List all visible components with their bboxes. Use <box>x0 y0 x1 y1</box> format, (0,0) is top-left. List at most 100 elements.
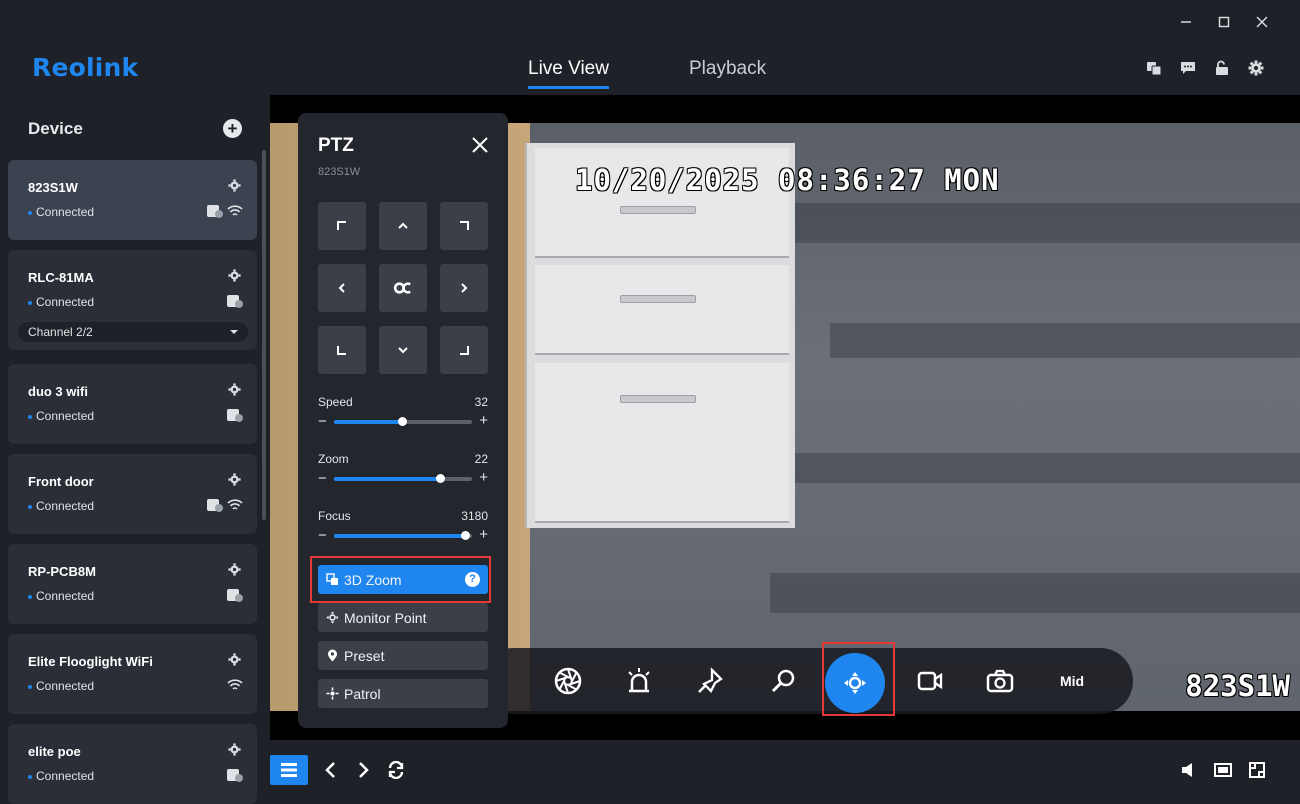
speed-slider[interactable]: Speed 32 − + <box>318 395 488 443</box>
device-sidebar: Device + 823S1W Connected RLC-81MA Conne… <box>0 95 270 804</box>
translate-icon[interactable] <box>1146 60 1162 76</box>
maximize-icon[interactable] <box>1216 12 1232 32</box>
channel-select[interactable]: Channel 2/2 <box>18 322 248 342</box>
close-icon[interactable] <box>1254 12 1270 32</box>
snapshot-icon[interactable] <box>980 661 1020 701</box>
zoom-knob[interactable] <box>436 474 446 483</box>
battery-icon <box>227 589 243 602</box>
device-status: Connected <box>28 499 94 513</box>
message-icon[interactable] <box>1180 60 1196 76</box>
video-control-bar: Mid <box>480 648 1133 714</box>
tab-playback[interactable]: Playback <box>689 58 766 89</box>
ptz-left-button[interactable] <box>318 264 366 312</box>
device-card-elite-floodlight-wifi[interactable]: Elite Flooglight WiFi Connected <box>8 634 257 714</box>
zoom-slider[interactable]: Zoom 22 − + <box>318 452 488 500</box>
preset-button[interactable]: Preset <box>318 641 488 670</box>
osd-timestamp: 10/20/2025 08:36:27 MON <box>575 163 1000 197</box>
ptz-right-button[interactable] <box>440 264 488 312</box>
battery-icon <box>227 295 243 308</box>
highlight-ptz-button <box>822 642 895 716</box>
ptz-panel: PTZ 823S1W Speed 32 − + Zoom 22 − + Focu… <box>298 113 508 728</box>
focus-track[interactable] <box>334 531 472 540</box>
ptz-title: PTZ <box>318 135 354 156</box>
monitor-point-button[interactable]: Monitor Point <box>318 603 488 632</box>
device-card-rlc-81ma[interactable]: RLC-81MA Connected Channel 2/2 <box>8 250 257 350</box>
stream-quality-button[interactable]: Mid <box>1052 661 1092 701</box>
search-zoom-icon[interactable] <box>763 661 803 701</box>
minimize-icon[interactable] <box>1178 12 1194 32</box>
device-status: Connected <box>28 769 94 783</box>
sidebar-scrollbar[interactable] <box>262 150 266 520</box>
device-status-icons <box>227 678 243 692</box>
device-status: Connected <box>28 205 94 219</box>
battery-icon <box>227 769 243 782</box>
device-card-elite-poe[interactable]: elite poe Connected <box>8 724 257 804</box>
ptz-up-left-button[interactable] <box>318 202 366 250</box>
focus-value: 3180 <box>461 509 488 523</box>
focus-slider[interactable]: Focus 3180 − + <box>318 509 488 557</box>
battery-icon <box>227 409 243 422</box>
device-settings-icon[interactable] <box>228 563 241 576</box>
device-settings-icon[interactable] <box>228 383 241 396</box>
aperture-icon[interactable] <box>548 661 588 701</box>
volume-icon[interactable] <box>1178 755 1200 785</box>
monitor-point-label: Monitor Point <box>344 609 427 626</box>
device-status-icons <box>227 588 243 602</box>
battery-icon <box>207 499 223 512</box>
device-settings-icon[interactable] <box>228 179 241 192</box>
layout-icon[interactable] <box>270 755 308 785</box>
ptz-up-button[interactable] <box>379 202 427 250</box>
focus-knob[interactable] <box>461 531 471 540</box>
ptz-down-button[interactable] <box>379 326 427 374</box>
main-tabs: Live View Playback <box>528 58 766 89</box>
device-status: Connected <box>28 295 94 309</box>
preset-label: Preset <box>344 647 385 664</box>
device-card-rp-pcb8m[interactable]: RP-PCB8M Connected <box>8 544 257 624</box>
record-icon[interactable] <box>910 661 950 701</box>
aspect-icon[interactable] <box>1212 755 1234 785</box>
zoom-label: Zoom <box>318 452 349 466</box>
ptz-down-right-button[interactable] <box>440 326 488 374</box>
ptz-up-right-button[interactable] <box>440 202 488 250</box>
close-icon[interactable] <box>470 135 490 155</box>
zoom-decrease-button[interactable]: − <box>318 470 327 487</box>
unlock-icon[interactable] <box>1214 60 1230 76</box>
bottom-toolbar <box>270 740 1300 800</box>
refresh-icon[interactable] <box>385 755 407 785</box>
device-settings-icon[interactable] <box>228 473 241 486</box>
patrol-button[interactable]: Patrol <box>318 679 488 708</box>
window-controls <box>1178 12 1270 32</box>
focus-label: Focus <box>318 509 351 523</box>
device-card-823s1w[interactable]: 823S1W Connected <box>8 160 257 240</box>
battery-icon <box>207 205 223 218</box>
device-card-duo-3-wifi[interactable]: duo 3 wifi Connected <box>8 364 257 444</box>
tab-live-view[interactable]: Live View <box>528 58 609 89</box>
next-icon[interactable] <box>352 755 374 785</box>
focus-increase-button[interactable]: + <box>479 526 488 543</box>
speed-decrease-button[interactable]: − <box>318 413 327 430</box>
siren-icon[interactable] <box>619 661 659 701</box>
speed-track[interactable] <box>334 417 472 426</box>
zoom-track[interactable] <box>334 474 472 483</box>
device-settings-icon[interactable] <box>228 653 241 666</box>
fullscreen-icon[interactable] <box>1246 755 1268 785</box>
location-pin-icon <box>328 649 337 662</box>
device-status-icons <box>207 204 243 218</box>
device-settings-icon[interactable] <box>228 269 241 282</box>
device-name: elite poe <box>28 744 81 759</box>
zoom-increase-button[interactable]: + <box>479 469 488 486</box>
device-status: Connected <box>28 679 94 693</box>
device-settings-icon[interactable] <box>228 743 241 756</box>
add-device-button[interactable]: + <box>223 119 242 138</box>
ptz-auto-scan-button[interactable] <box>379 264 427 312</box>
spotlight-icon[interactable] <box>690 661 730 701</box>
ptz-device-name: 823S1W <box>318 166 361 178</box>
prev-icon[interactable] <box>320 755 342 785</box>
speed-knob[interactable] <box>397 417 407 426</box>
ptz-down-left-button[interactable] <box>318 326 366 374</box>
gear-icon[interactable] <box>1248 60 1264 76</box>
wifi-icon <box>227 679 243 690</box>
focus-decrease-button[interactable]: − <box>318 527 327 544</box>
device-card-front-door[interactable]: Front door Connected <box>8 454 257 534</box>
speed-increase-button[interactable]: + <box>479 412 488 429</box>
